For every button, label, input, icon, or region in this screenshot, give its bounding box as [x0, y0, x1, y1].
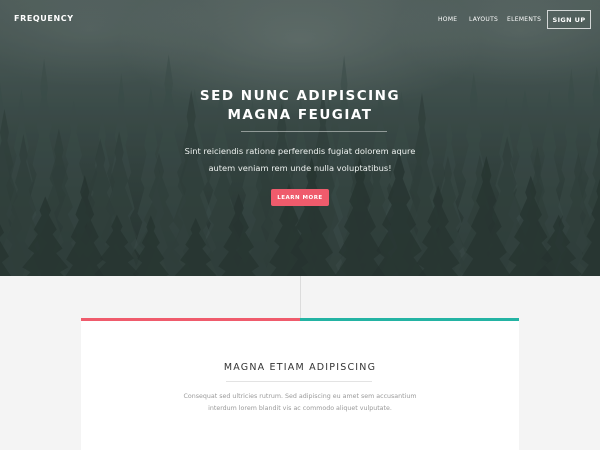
nav-link-layouts[interactable]: LAYOUTS — [469, 16, 498, 23]
feature-description-line-2: interdum lorem blandit vis ac commodo al… — [208, 405, 392, 412]
feature-divider — [226, 381, 372, 382]
feature-description-line-1: Consequat sed ultricies rutrum. Sed adip… — [183, 393, 417, 400]
hero-overlay — [0, 0, 600, 276]
card-accent-pink — [81, 318, 300, 321]
hero-description-line-1: Sint reiciendis ratione perferendis fugi… — [184, 146, 416, 156]
feature-description: Consequat sed ultricies rutrum. Sed adip… — [170, 391, 430, 415]
sign-up-button[interactable]: SIGN UP — [547, 10, 591, 29]
feature-title: MAGNA ETIAM ADIPISCING — [223, 362, 377, 373]
section-connector-line — [300, 276, 301, 319]
brand-logo[interactable]: FREQUENCY — [14, 14, 74, 23]
feature-card: MAGNA ETIAM ADIPISCING Consequat sed ult… — [81, 318, 519, 450]
nav-link-home[interactable]: HOME — [438, 16, 457, 23]
hero-title-line-2: MAGNA FEUGIAT — [227, 107, 373, 123]
hero-description: Sint reiciendis ratione perferendis fugi… — [170, 143, 430, 177]
hero-divider — [241, 131, 387, 132]
hero-banner: FREQUENCY HOME LAYOUTS ELEMENTS SIGN UP … — [0, 0, 600, 276]
hero-title-line-1: SED NUNC ADIPISCING — [199, 88, 401, 104]
nav-link-elements[interactable]: ELEMENTS — [507, 16, 541, 23]
hero-title: SED NUNC ADIPISCING MAGNA FEUGIAT — [150, 87, 450, 125]
card-accent-teal — [300, 318, 519, 321]
hero-description-line-2: autem veniam rem unde nulla voluptatibus… — [208, 163, 392, 173]
card-accent-bar — [81, 318, 519, 321]
learn-more-button[interactable]: LEARN MORE — [271, 189, 329, 206]
